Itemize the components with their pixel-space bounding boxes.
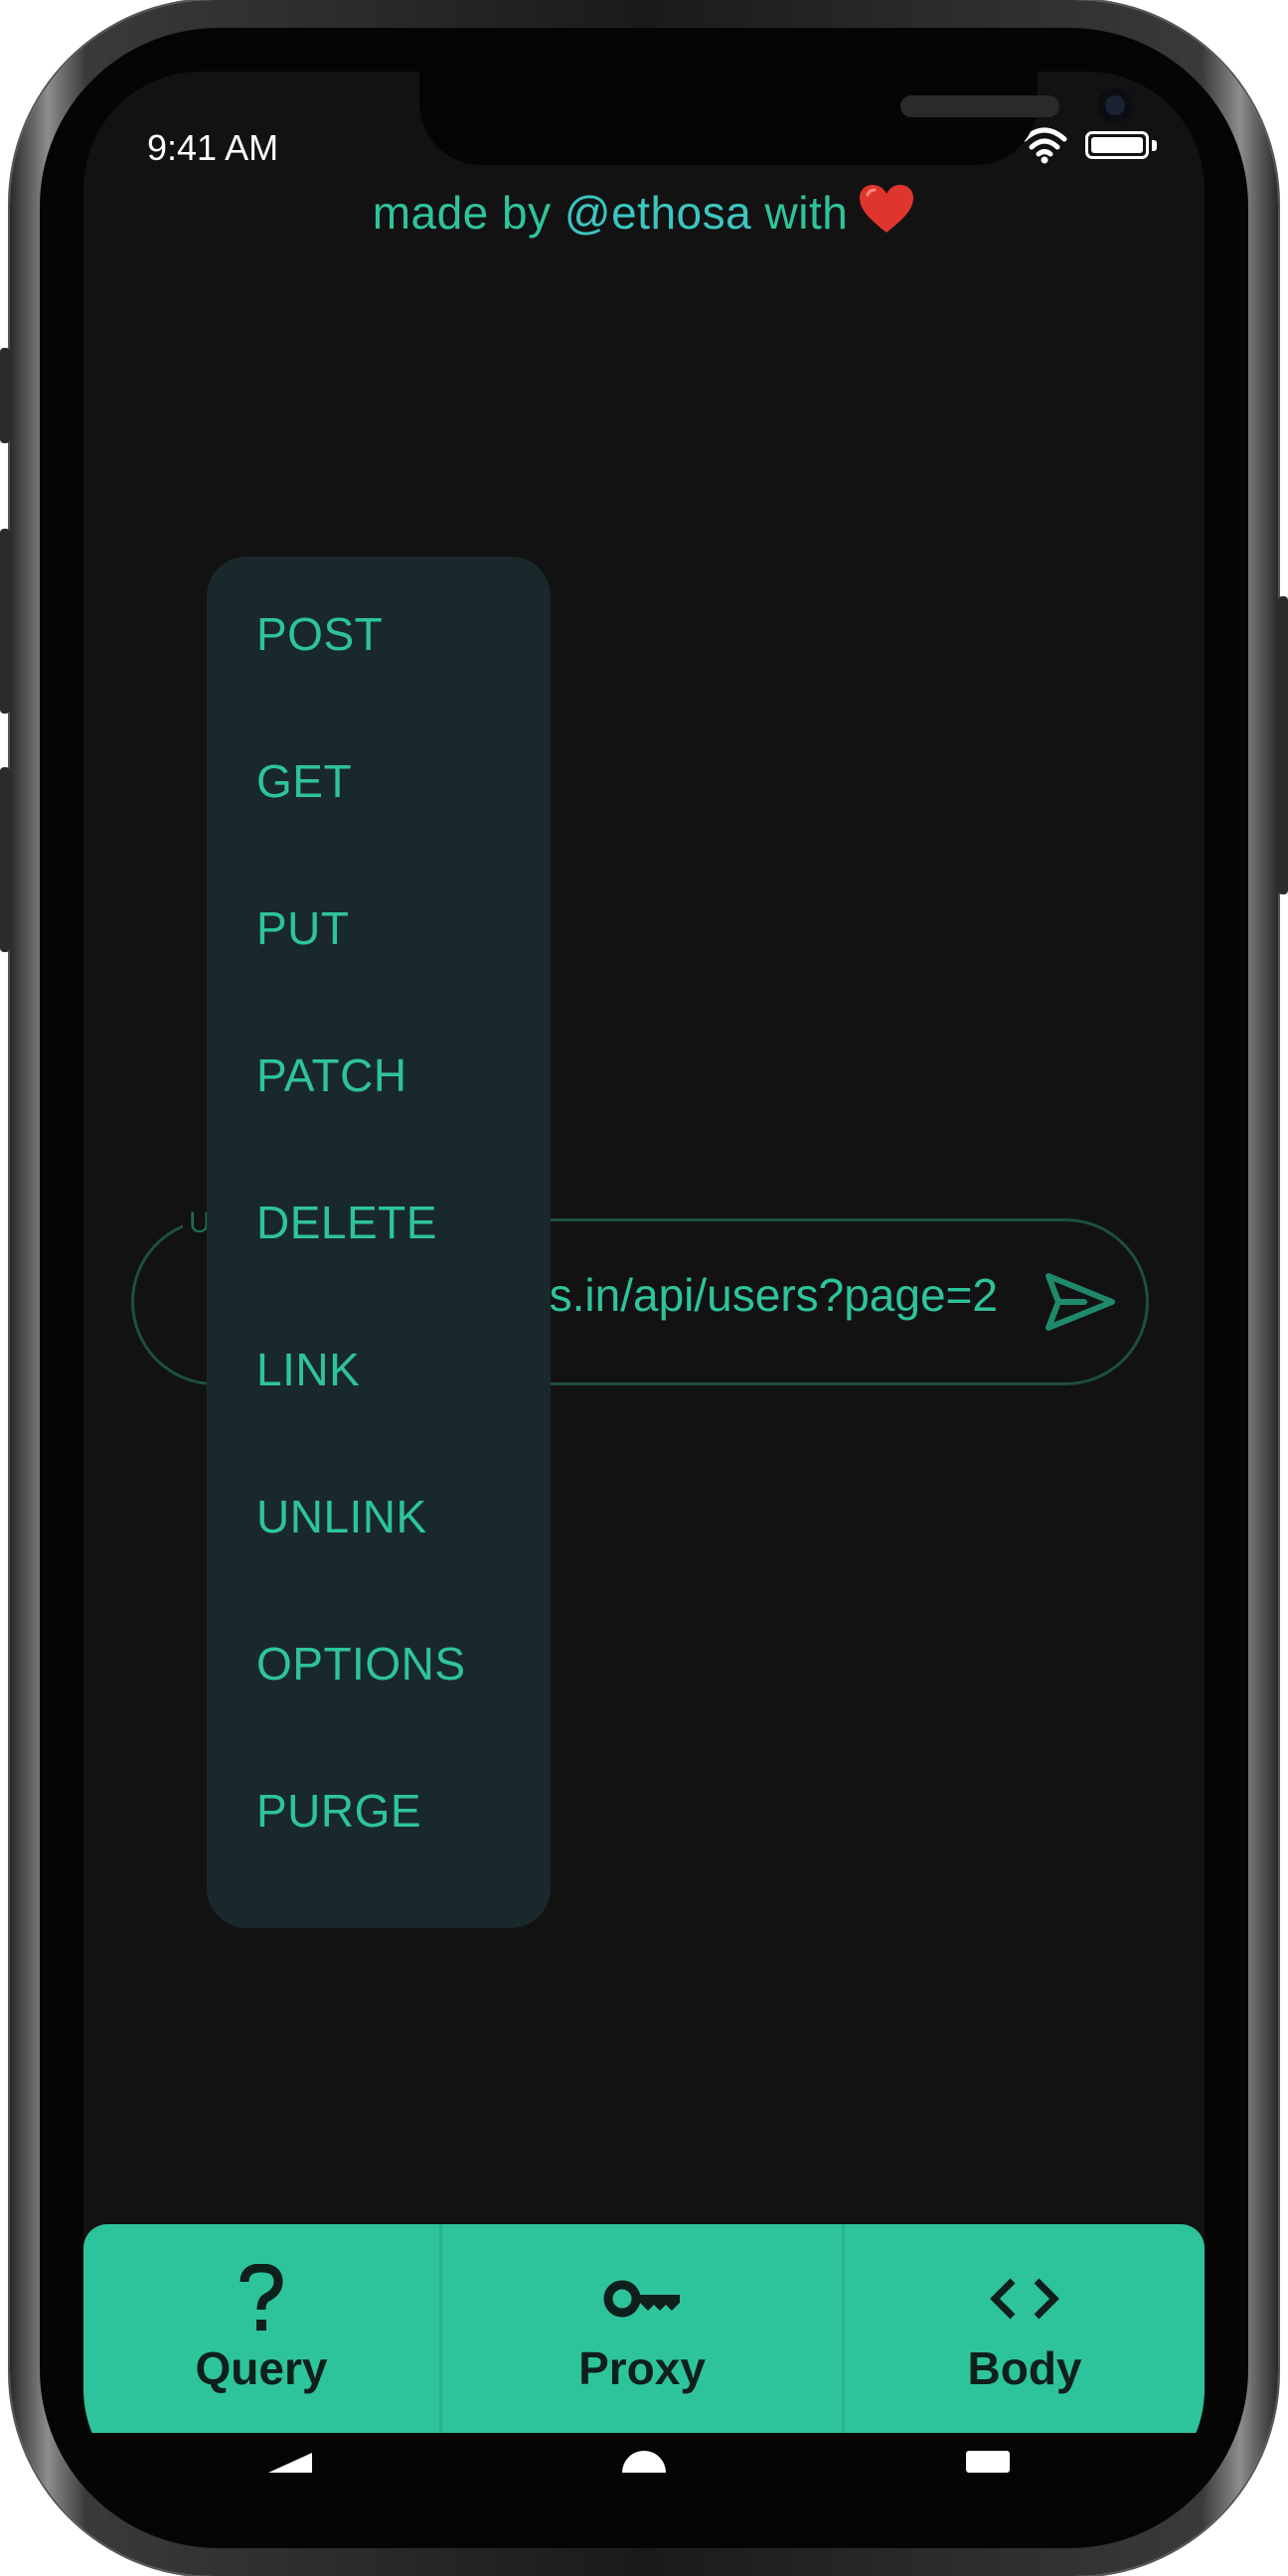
credit-line: made by @ethosa with xyxy=(83,183,1205,245)
menu-item-get[interactable]: GET xyxy=(207,708,551,855)
status-time: 9:41 AM xyxy=(147,127,279,168)
tab-proxy[interactable]: Proxy xyxy=(442,2224,842,2433)
send-icon[interactable] xyxy=(1045,1270,1116,1334)
battery-icon xyxy=(1085,131,1149,159)
key-icon xyxy=(602,2262,682,2335)
tab-body-label: Body xyxy=(967,2342,1082,2394)
front-camera xyxy=(1097,87,1133,123)
speaker-grille xyxy=(900,95,1059,117)
nav-back-icon[interactable] xyxy=(266,2433,314,2473)
credit-suffix: with xyxy=(751,187,849,239)
menu-item-options[interactable]: OPTIONS xyxy=(207,1590,551,1737)
method-dropdown-menu: POST GET PUT PATCH DELETE LINK UNLINK OP… xyxy=(207,557,551,1928)
nav-home-icon[interactable] xyxy=(620,2433,668,2473)
notch xyxy=(419,72,1133,165)
tab-query-label: Query xyxy=(195,2342,328,2394)
code-icon xyxy=(989,2262,1060,2335)
system-nav-bar xyxy=(83,2433,1205,2506)
menu-item-post[interactable]: POST xyxy=(207,561,551,708)
author-link[interactable]: @ethosa xyxy=(564,187,751,239)
app-screen: 9:41 AM made by @ethosa with U https://r… xyxy=(83,72,1205,2506)
volume-up-button xyxy=(0,529,10,714)
heart-icon xyxy=(858,183,915,245)
menu-item-purge[interactable]: PURGE xyxy=(207,1737,551,1884)
tab-body[interactable]: Body xyxy=(845,2224,1205,2433)
bottom-tab-bar: Query Proxy Body xyxy=(83,2224,1205,2433)
menu-item-delete[interactable]: DELETE xyxy=(207,1149,551,1296)
question-icon xyxy=(239,2262,284,2335)
menu-item-patch[interactable]: PATCH xyxy=(207,1002,551,1149)
menu-item-link[interactable]: LINK xyxy=(207,1296,551,1443)
menu-item-put[interactable]: PUT xyxy=(207,855,551,1002)
nav-recent-icon[interactable] xyxy=(964,2433,1012,2473)
mute-switch xyxy=(0,348,10,443)
menu-item-unlink[interactable]: UNLINK xyxy=(207,1443,551,1590)
volume-down-button xyxy=(0,767,10,952)
power-button xyxy=(1278,596,1288,894)
credit-prefix: made by xyxy=(372,187,564,239)
tab-query[interactable]: Query xyxy=(83,2224,439,2433)
tab-proxy-label: Proxy xyxy=(578,2342,706,2394)
